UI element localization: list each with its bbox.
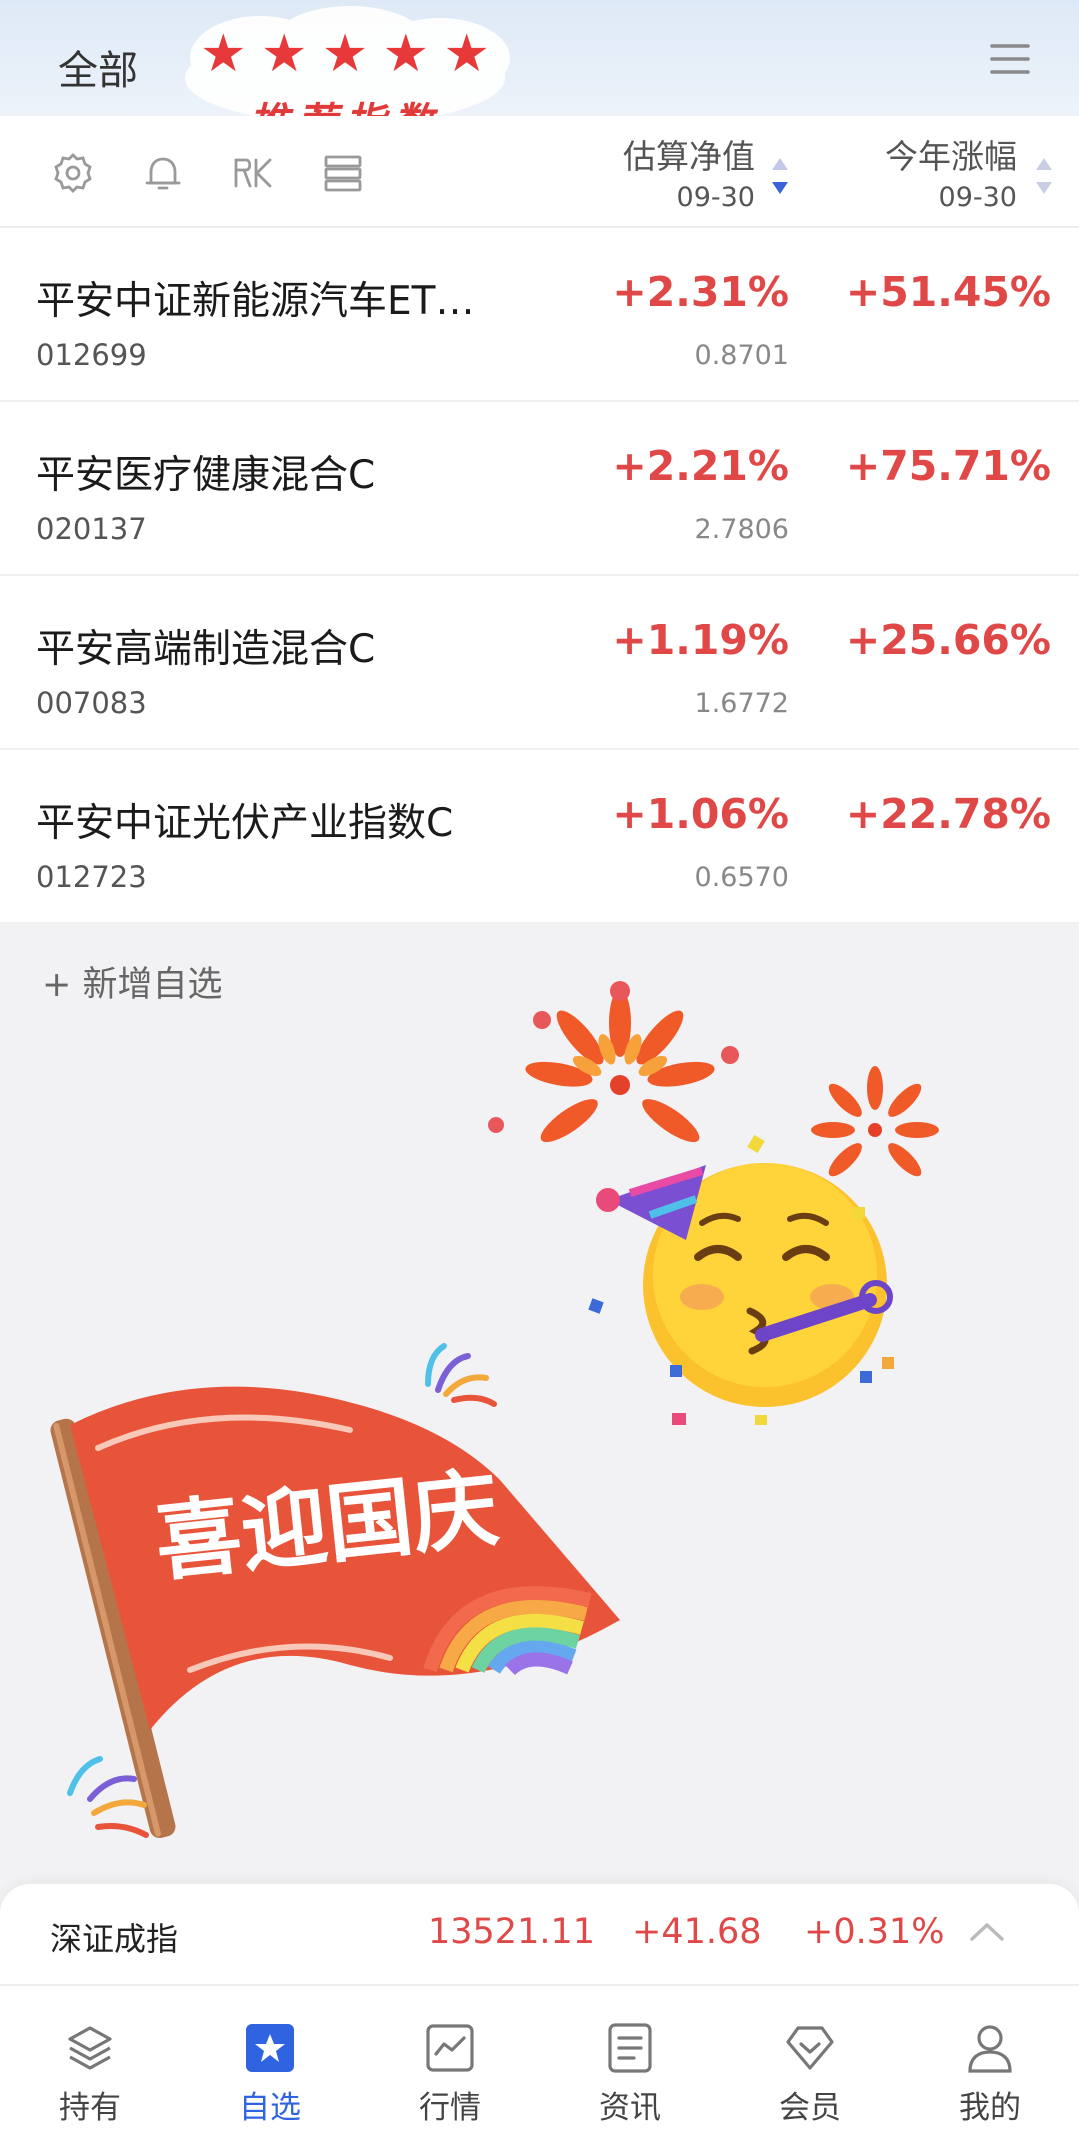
index-value: 13521.11: [428, 1912, 596, 1952]
column-date-est-nav: 09-30: [676, 182, 755, 213]
nav-item-profile[interactable]: 我的: [900, 1986, 1079, 2138]
fund-code: 020137: [36, 512, 147, 546]
nav-label: 我的: [959, 2090, 1021, 2126]
star-icon: ★: [200, 24, 247, 84]
watchlist: 平安中证新能源汽车ET… 012699 +2.31% 0.8701 +51.45…: [0, 228, 1079, 924]
chevron-up-icon[interactable]: [968, 1918, 1006, 1944]
recommend-index-badge[interactable]: ★ ★ ★ ★ ★ 推荐指数: [170, 6, 520, 146]
star-icon: ★: [321, 24, 369, 84]
estimated-change: +2.31%: [612, 268, 789, 316]
star-icon: [246, 2024, 294, 2072]
ytd-change: +25.66%: [845, 616, 1051, 664]
bottom-navigation: 持有 自选 行情 资讯 会员 我的: [0, 1984, 1079, 2138]
fund-code: 012699: [36, 338, 147, 372]
index-change-percent: +0.31%: [804, 1912, 945, 1952]
estimated-change: +1.06%: [612, 790, 789, 838]
star-icon: ★: [260, 24, 308, 84]
nav-label: 自选: [239, 2090, 301, 2126]
index-name: 深证成指: [50, 1920, 179, 1958]
nav-label: 资讯: [599, 2090, 661, 2126]
column-label-est-nav: 估算净值: [623, 137, 755, 176]
chart-icon: [426, 2024, 474, 2072]
settings-icon[interactable]: [52, 152, 94, 194]
fund-code: 007083: [36, 686, 147, 720]
column-label-ytd: 今年涨幅: [885, 137, 1017, 176]
fund-row[interactable]: 平安中证新能源汽车ET… 012699 +2.31% 0.8701 +51.45…: [0, 228, 1079, 402]
fund-name: 平安医疗健康混合C: [36, 453, 376, 498]
estimated-change: +2.21%: [612, 442, 789, 490]
sort-arrows-icon[interactable]: [1034, 154, 1054, 198]
layers-icon: [68, 2026, 112, 2070]
list-toolbar: 估算净值 09-30 今年涨幅 09-30: [0, 116, 1079, 228]
column-header-est-nav[interactable]: 估算净值 09-30: [623, 130, 755, 213]
nav-item-market[interactable]: 行情: [360, 1986, 540, 2138]
hamburger-menu-icon[interactable]: [990, 42, 1030, 76]
net-asset-value: 0.6570: [694, 862, 789, 893]
index-change: +41.68: [632, 1912, 762, 1952]
fund-name: 平安中证新能源汽车ET…: [36, 279, 475, 324]
star-icon: ★: [443, 24, 490, 84]
national-day-flag-icon: 喜迎国庆: [50, 1343, 620, 1839]
net-asset-value: 0.8701: [694, 340, 789, 371]
ytd-change: +51.45%: [845, 268, 1051, 316]
list-layout-icon[interactable]: [322, 152, 364, 194]
fund-name: 平安高端制造混合C: [36, 627, 376, 672]
sort-arrows-icon[interactable]: [770, 154, 790, 198]
add-watchlist-button[interactable]: + 新增自选: [42, 956, 222, 1007]
column-date-ytd: 09-30: [938, 182, 1017, 213]
top-header: 全部 ★ ★ ★ ★ ★ 推荐指数: [0, 0, 1079, 146]
nav-label: 持有: [59, 2090, 121, 2126]
ytd-change: +22.78%: [845, 790, 1051, 838]
nav-label: 会员: [779, 2090, 841, 2126]
candlestick-k-icon[interactable]: [232, 152, 274, 194]
star-icon: ★: [382, 24, 430, 84]
net-asset-value: 2.7806: [694, 514, 789, 545]
user-icon: [968, 2025, 1012, 2073]
net-asset-value: 1.6772: [694, 688, 789, 719]
nav-item-holdings[interactable]: 持有: [0, 1986, 180, 2138]
rating-stars: ★ ★ ★ ★ ★: [200, 28, 490, 80]
fund-row[interactable]: 平安中证光伏产业指数C 012723 +1.06% 0.6570 +22.78%: [0, 750, 1079, 924]
fund-name: 平安中证光伏产业指数C: [36, 801, 454, 846]
group-filter-title[interactable]: 全部: [58, 38, 138, 96]
nav-item-watchlist[interactable]: 自选: [180, 1986, 360, 2138]
index-ticker[interactable]: 深证成指 13521.11 +41.68 +0.31%: [0, 1884, 1079, 1984]
column-header-ytd[interactable]: 今年涨幅 09-30: [885, 130, 1017, 213]
nav-item-news[interactable]: 资讯: [540, 1986, 720, 2138]
diamond-icon: [786, 2026, 834, 2070]
fund-row[interactable]: 平安高端制造混合C 007083 +1.19% 1.6772 +25.66%: [0, 576, 1079, 750]
nav-item-membership[interactable]: 会员: [720, 1986, 900, 2138]
document-icon: [608, 2023, 652, 2073]
bell-icon[interactable]: [142, 152, 184, 194]
estimated-change: +1.19%: [612, 616, 789, 664]
fund-row[interactable]: 平安医疗健康混合C 020137 +2.21% 2.7806 +75.71%: [0, 402, 1079, 576]
ytd-change: +75.71%: [845, 442, 1051, 490]
fund-code: 012723: [36, 860, 147, 894]
nav-label: 行情: [419, 2090, 481, 2126]
